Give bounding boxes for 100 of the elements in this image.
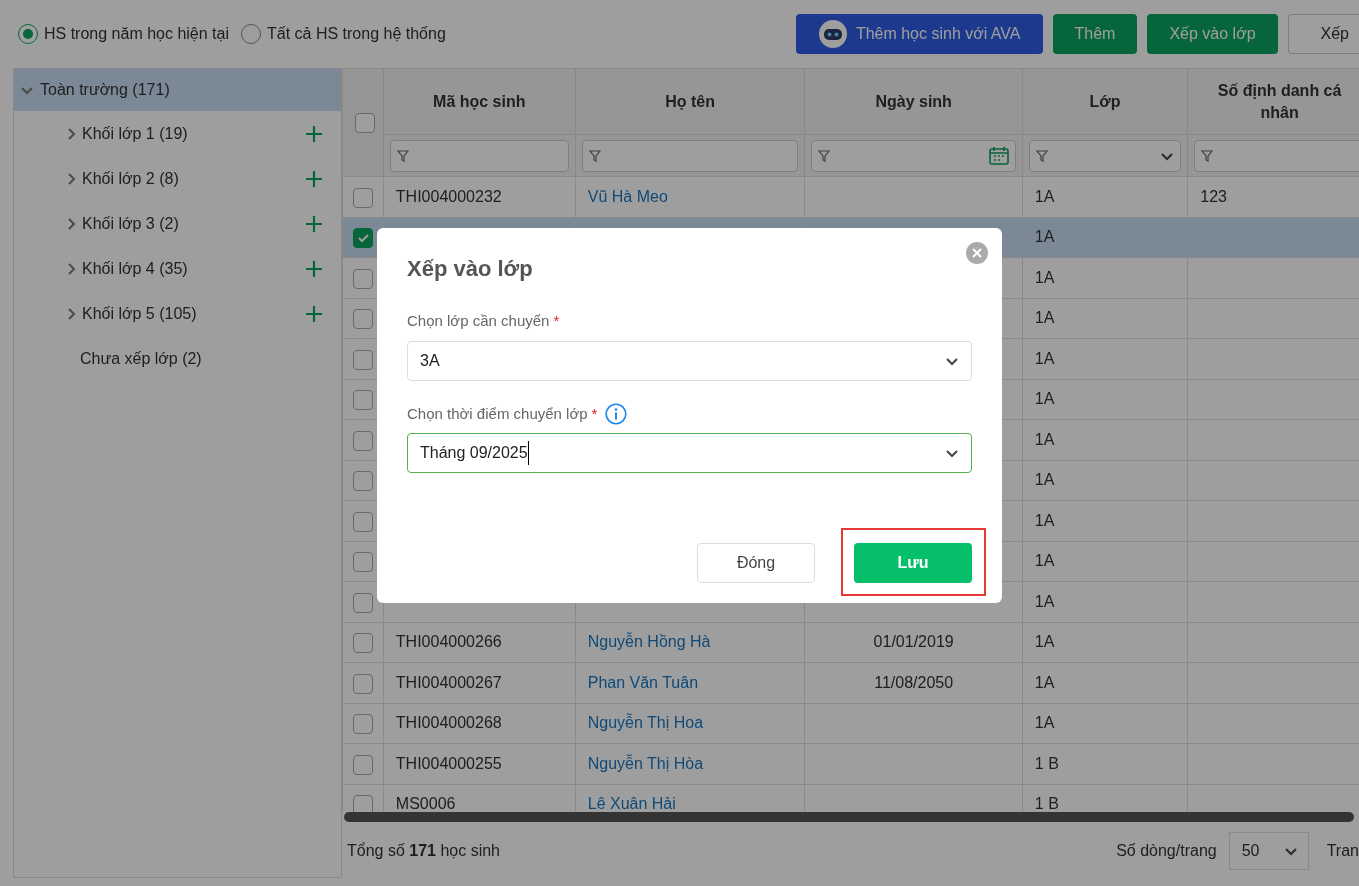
column-header[interactable]: Số định danh cá nhân [1187, 68, 1359, 135]
table-cell: 1A [1034, 592, 1055, 610]
tree-item[interactable]: Khối lớp 5 (105) [14, 291, 341, 336]
horizontal-scrollbar[interactable] [344, 812, 1354, 822]
table-cell: 1A [1034, 552, 1055, 570]
table-cell: THI004000268 [395, 714, 502, 732]
table-cell: 1 B [1034, 754, 1059, 772]
radio-option[interactable]: HS trong năm học hiện tại [18, 22, 229, 46]
chevron-right-icon [66, 306, 76, 321]
plus-icon [305, 214, 323, 233]
filter-field[interactable] [1194, 139, 1359, 172]
page-size-select[interactable]: 50 [1228, 832, 1309, 870]
table-cell: 1 B [1034, 795, 1059, 812]
column-header[interactable]: Mã học sinh [383, 68, 576, 135]
row-checkbox[interactable] [353, 268, 373, 289]
table-cell: 01/01/2019 [873, 633, 954, 651]
tree-item[interactable]: Khối lớp 2 (8) [14, 156, 341, 201]
field-label: Chọn lớp cần chuyển [407, 311, 550, 332]
table-cell: 1A [1034, 187, 1055, 205]
required-mark: * [553, 311, 560, 332]
select-field[interactable]: 3A [407, 340, 972, 381]
table-cell: THI004000266 [395, 633, 502, 651]
filter-field[interactable] [811, 139, 1016, 172]
column-header[interactable]: Ngày sinh [804, 68, 1023, 135]
row-checkbox[interactable] [353, 552, 373, 572]
row-checkbox[interactable] [353, 349, 373, 370]
table-cell: THI004000267 [395, 673, 502, 691]
filter-icon [1201, 149, 1214, 162]
toolbar-button[interactable]: Xếp [1287, 14, 1359, 54]
table-cell: 1A [1034, 511, 1055, 529]
radio-option[interactable]: Tất cả HS trong hệ thống [241, 22, 446, 46]
tree-item[interactable]: Chưa xếp lớp (2) [14, 336, 341, 381]
calendar-icon [988, 146, 1009, 165]
row-checkbox[interactable] [353, 673, 373, 694]
dialog-title: Xếp vào lớp [407, 256, 534, 283]
chevron-right-icon [66, 171, 76, 186]
table-cell: 1A [1034, 471, 1055, 489]
plus-icon [305, 259, 323, 278]
filter-icon [818, 149, 831, 162]
plus-icon [305, 304, 323, 323]
tree-item[interactable]: Toàn trường (171) [14, 69, 341, 111]
row-checkbox[interactable] [353, 592, 373, 613]
tree-item[interactable]: Khối lớp 4 (35) [14, 246, 341, 291]
chevron-right-icon [66, 216, 76, 231]
row-checkbox[interactable] [353, 795, 373, 812]
checkmark-icon [356, 231, 370, 245]
row-checkbox[interactable] [353, 633, 373, 653]
robot-icon [817, 19, 848, 49]
table-cell: THI004000255 [395, 754, 502, 772]
chevron-down-icon [1283, 845, 1298, 857]
filter-field[interactable] [389, 139, 569, 172]
plus-icon [305, 169, 323, 188]
close-button[interactable] [966, 242, 988, 264]
row-checkbox[interactable] [353, 390, 373, 410]
page-label: Tran [1326, 841, 1359, 861]
row-checkbox[interactable] [353, 187, 373, 208]
row-checkbox[interactable] [353, 511, 373, 532]
row-checkbox[interactable] [353, 754, 373, 775]
chevron-right-icon [66, 261, 76, 276]
column-header[interactable]: Lớp [1022, 68, 1188, 135]
filter-icon [1035, 149, 1048, 162]
table-cell: THI004000232 [395, 187, 502, 205]
chevron-down-icon [945, 447, 959, 460]
filter-field[interactable] [581, 139, 799, 172]
select-field[interactable]: Tháng 09/2025 [407, 433, 972, 474]
filter-icon [588, 149, 601, 162]
table-cell: 1A [1034, 309, 1055, 327]
table-cell: 1A [1034, 673, 1055, 691]
field-label: Chọn thời điểm chuyển lớp [407, 403, 588, 424]
toolbar-button[interactable]: Thêm học sinh với AVA [795, 14, 1043, 54]
dialog-button[interactable]: Đóng [697, 543, 815, 583]
row-checkbox[interactable] [353, 309, 373, 329]
student-name-link[interactable]: Vũ Hà Meo [587, 187, 668, 205]
page-size-label: Số dòng/trang [1116, 841, 1217, 861]
row-checkbox[interactable] [353, 714, 373, 734]
table-cell: 1A [1034, 390, 1055, 408]
table-cell: 1A [1034, 714, 1055, 732]
total-count: Tổng số 171 học sinh [347, 841, 500, 861]
table-cell: 1A [1034, 228, 1055, 246]
table-cell: 11/08/2050 [874, 673, 954, 691]
select-all-checkbox[interactable] [355, 113, 375, 134]
tree-item[interactable]: Khối lớp 1 (19) [14, 111, 341, 156]
table-cell: 1A [1034, 268, 1055, 286]
filter-field[interactable] [1028, 139, 1182, 172]
required-mark: * [591, 403, 598, 424]
table-cell: 1A [1034, 349, 1055, 367]
plus-icon [305, 124, 323, 143]
row-checkbox[interactable] [353, 471, 373, 491]
row-checkbox[interactable] [353, 228, 373, 248]
column-header[interactable]: Họ tên [575, 68, 805, 135]
table-cell: 123 [1200, 187, 1227, 205]
table-cell: 1A [1034, 430, 1055, 448]
info-icon [605, 403, 628, 426]
table-cell: 1A [1034, 633, 1055, 651]
chevron-right-icon [66, 126, 76, 141]
close-icon [971, 247, 983, 259]
table-cell: MS0006 [395, 795, 456, 812]
row-checkbox[interactable] [353, 430, 373, 451]
filter-icon [396, 149, 409, 162]
tree-item[interactable]: Khối lớp 3 (2) [14, 201, 341, 246]
